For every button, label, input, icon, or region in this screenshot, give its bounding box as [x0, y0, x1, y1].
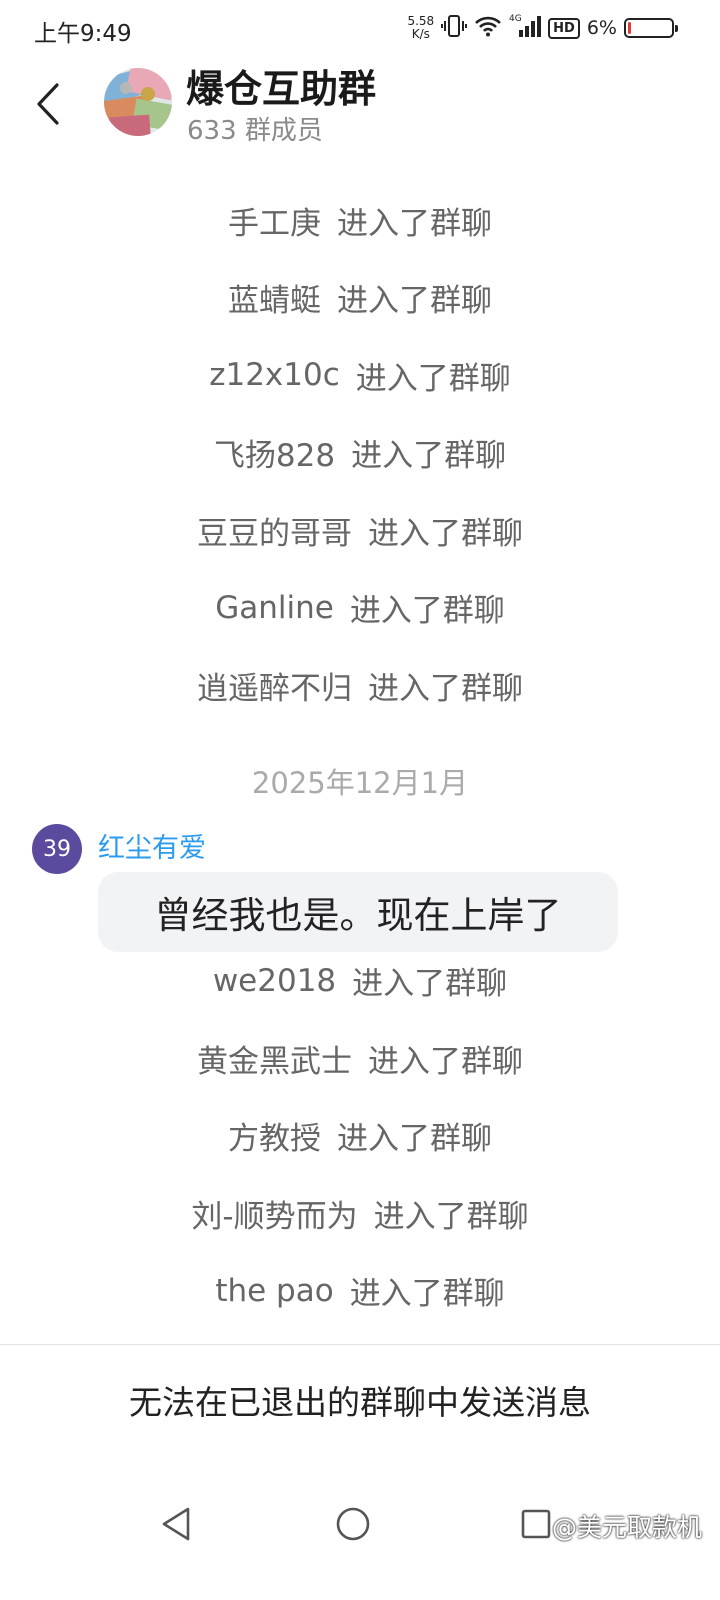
battery-level	[628, 22, 631, 34]
group-title: 爆仓互助群	[186, 67, 377, 111]
join-notice: the pao 进入了群聊	[0, 1252, 720, 1330]
join-user-name[interactable]: 豆豆的哥哥	[197, 508, 352, 553]
sender-name[interactable]: 红尘有爱	[98, 826, 206, 865]
join-list-after: we2018 进入了群聊 黄金黑武士 进入了群聊 方教授 进入了群聊 刘-顺势而为 进入了群聊…	[0, 942, 720, 1330]
svg-text:4G: 4G	[509, 14, 522, 24]
back-button[interactable]	[28, 76, 68, 132]
chat-messages: · · · · · · 手工庚进入了群聊蓝蜻蜓进入了群聊z12x10c进入了群聊…	[0, 148, 720, 1330]
join-notice: 手工庚 进入了群聊	[0, 182, 720, 260]
input-disabled-bar: 无法在已退出的群聊中发送消息	[0, 1344, 720, 1455]
join-suffix: 进入了群聊	[368, 515, 523, 552]
join-suffix: 进入了群聊	[349, 593, 505, 630]
chat-area[interactable]: · · · · · · 手工庚进入了群聊蓝蜻蜓进入了群聊z12x10c进入了群聊…	[0, 148, 720, 1344]
join-notice: 黄金黑武士 进入了群聊	[0, 1020, 720, 1098]
watermark-text: @美元取款机	[551, 1513, 702, 1542]
status-bar: 上午9:49 5.58 K/s 4G HD 6%	[0, 0, 720, 56]
join-user-name[interactable]: the pao	[215, 1273, 333, 1309]
message-bubble[interactable]: 曾经我也是。现在上岸了	[98, 872, 618, 952]
join-suffix: 进入了群聊	[337, 283, 492, 320]
battery-percent: 6%	[586, 17, 617, 39]
circle-home-icon	[336, 1507, 370, 1541]
join-suffix: 进入了群聊	[351, 438, 507, 475]
chat-header: 爆仓互助群 633 群成员	[0, 56, 720, 148]
join-suffix: 进入了群聊	[337, 1121, 492, 1158]
join-suffix: 进入了群聊	[355, 360, 511, 397]
date-separator: 2025年12月1月	[251, 766, 469, 800]
battery-icon	[624, 18, 678, 38]
nav-home-button[interactable]	[327, 1498, 379, 1550]
douyin-logo-icon	[528, 1515, 547, 1536]
join-suffix: 进入了群聊	[368, 670, 523, 707]
signal-4g-icon: 4G	[509, 13, 542, 43]
triangle-back-icon	[162, 1507, 190, 1541]
wifi-icon	[474, 15, 502, 41]
join-suffix: 进入了群聊	[337, 205, 492, 242]
join-list-before: 手工庚 进入了群聊 蓝蜻蜓 进入了群聊 z12x10c 进入了群聊 飞扬828 进入了群聊 豆豆…	[0, 182, 720, 725]
join-user-name[interactable]: 手工庚	[228, 198, 321, 243]
join-user-name[interactable]: 方教授	[228, 1113, 321, 1158]
join-notice: 逍遥醉不归 进入了群聊	[0, 647, 720, 725]
join-user-name[interactable]: Ganline	[215, 590, 334, 626]
join-user-name[interactable]: z12x10c	[209, 357, 340, 393]
status-time: 上午9:49	[34, 21, 132, 47]
chevron-left-icon	[37, 83, 59, 125]
join-notice: 方教授 进入了群聊	[0, 1097, 720, 1175]
network-speed-unit: K/s	[411, 27, 430, 41]
vibrate-icon	[441, 14, 468, 42]
hd-badge: HD	[548, 17, 580, 39]
join-suffix: 进入了群聊	[349, 1276, 505, 1313]
money-banknotes-icon	[104, 68, 172, 136]
cannot-send-notice: 无法在已退出的群聊中发送消息	[129, 1383, 591, 1422]
join-notice: 豆豆的哥哥 进入了群聊	[0, 492, 720, 570]
join-suffix: 进入了群聊	[368, 1043, 523, 1080]
join-notice: 飞扬828 进入了群聊	[0, 414, 720, 492]
watermark: @美元取款机	[526, 1508, 702, 1544]
join-user-name[interactable]: 飞扬828	[214, 430, 335, 475]
join-user-name[interactable]: 黄金黑武士	[197, 1036, 352, 1081]
join-suffix: 进入了群聊	[373, 1198, 529, 1235]
join-notice: Ganline 进入了群聊	[0, 569, 720, 647]
join-user-name[interactable]: 蓝蜻蜓	[228, 275, 321, 320]
system-message-partial: · · · · · ·	[0, 148, 720, 182]
system-nav-bar: @美元取款机	[0, 1480, 720, 1564]
nav-back-button[interactable]	[150, 1498, 202, 1550]
join-notice: 刘-顺势而为 进入了群聊	[0, 1175, 720, 1253]
join-user-name[interactable]: 逍遥醉不归	[197, 663, 352, 708]
join-notice: z12x10c 进入了群聊	[0, 337, 720, 415]
network-speed: 5.58 K/s	[407, 15, 434, 41]
status-icons: 5.58 K/s 4G HD 6%	[407, 12, 678, 44]
chat-message: 39 红尘有爱 曾经我也是。现在上岸了	[0, 824, 720, 986]
join-user-name[interactable]: 刘-顺势而为	[191, 1191, 357, 1236]
group-avatar[interactable]	[104, 68, 172, 136]
join-notice: 蓝蜻蜓 进入了群聊	[0, 259, 720, 337]
member-count[interactable]: 633 群成员	[187, 110, 323, 147]
sender-avatar[interactable]: 39	[32, 824, 82, 874]
